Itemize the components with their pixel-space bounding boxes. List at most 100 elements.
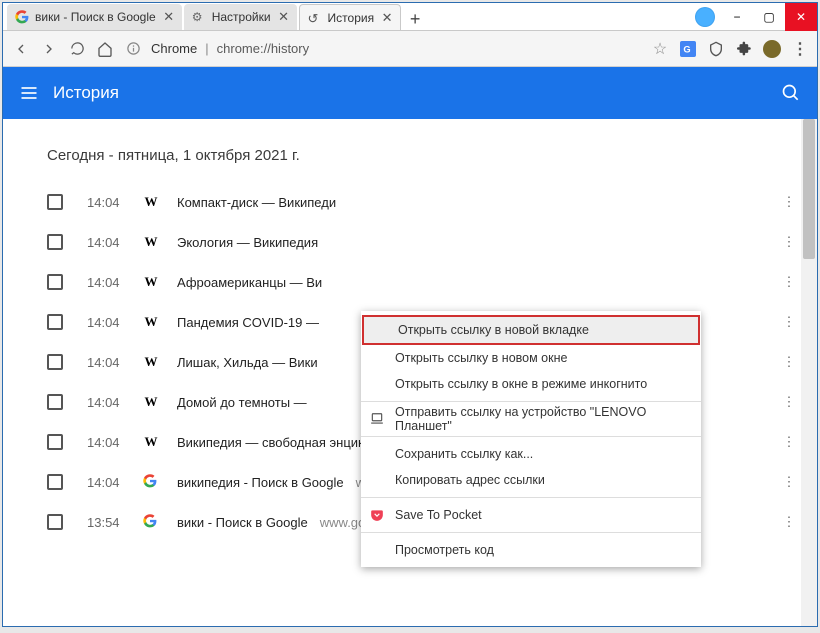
site-info-icon[interactable] xyxy=(123,39,143,59)
row-time: 14:04 xyxy=(87,195,137,210)
tab-close-icon[interactable]: ✕ xyxy=(162,10,176,24)
context-item-label: Просмотреть код xyxy=(395,543,494,557)
row-checkbox[interactable] xyxy=(47,274,63,290)
back-button[interactable] xyxy=(11,39,31,59)
more-icon[interactable]: ⋮ xyxy=(779,512,799,532)
more-icon[interactable]: ⋮ xyxy=(779,232,799,252)
address-bar[interactable]: Chrome | chrome://history xyxy=(151,41,643,56)
extensions-icon[interactable] xyxy=(735,40,753,58)
scrollbar-thumb[interactable] xyxy=(803,119,815,259)
wikipedia-icon: W xyxy=(143,354,159,370)
window-controls: − ▢ ✕ xyxy=(721,3,817,30)
tab-label: вики - Поиск в Google xyxy=(35,10,156,24)
more-icon[interactable]: ⋮ xyxy=(779,272,799,292)
context-item-label: Открыть ссылку в окне в режиме инкогнито xyxy=(395,377,647,391)
wikipedia-icon: W xyxy=(143,394,159,410)
tab-label: История xyxy=(328,11,375,25)
google-icon xyxy=(15,10,29,24)
wikipedia-icon: W xyxy=(143,314,159,330)
more-icon[interactable]: ⋮ xyxy=(779,192,799,212)
more-icon[interactable]: ⋮ xyxy=(779,432,799,452)
row-checkbox[interactable] xyxy=(47,354,63,370)
tab-2[interactable]: ↺ История ✕ xyxy=(299,4,402,30)
settings-icon: ⚙ xyxy=(192,10,206,24)
history-row[interactable]: 14:04WКомпакт-диск — Википеди⋮ xyxy=(3,182,817,222)
row-time: 14:04 xyxy=(87,235,137,250)
context-item[interactable]: Открыть ссылку в новой вкладке xyxy=(362,315,700,345)
search-icon[interactable] xyxy=(781,83,801,103)
context-item[interactable]: Save To Pocket xyxy=(361,502,701,528)
row-time: 14:04 xyxy=(87,355,137,370)
newtab-button[interactable]: + xyxy=(403,8,427,30)
google-icon xyxy=(143,514,159,530)
wikipedia-icon: W xyxy=(143,194,159,210)
adblock-icon[interactable] xyxy=(763,40,781,58)
close-button[interactable]: ✕ xyxy=(785,3,817,31)
wikipedia-icon: W xyxy=(143,234,159,250)
maximize-button[interactable]: ▢ xyxy=(753,3,785,31)
menu-icon[interactable]: ⋮ xyxy=(791,40,809,58)
extension-icons: ☆ G ⋮ xyxy=(651,40,809,58)
profile-avatar[interactable] xyxy=(695,7,715,27)
row-checkbox[interactable] xyxy=(47,314,63,330)
address-path: chrome://history xyxy=(217,41,309,56)
minimize-button[interactable]: − xyxy=(721,3,753,31)
row-checkbox[interactable] xyxy=(47,514,63,530)
row-time: 14:04 xyxy=(87,435,137,450)
more-icon[interactable]: ⋮ xyxy=(779,392,799,412)
row-time: 13:54 xyxy=(87,515,137,530)
context-item[interactable]: Копировать адрес ссылки xyxy=(361,467,701,493)
bookmark-icon[interactable]: ☆ xyxy=(651,40,669,58)
context-item[interactable]: Сохранить ссылку как... xyxy=(361,441,701,467)
history-row[interactable]: 14:04WАфроамериканцы — Ви⋮ xyxy=(3,262,817,302)
context-menu: Открыть ссылку в новой вкладке Открыть сс… xyxy=(361,311,701,567)
tab-0[interactable]: вики - Поиск в Google ✕ xyxy=(7,4,182,30)
row-time: 14:04 xyxy=(87,475,137,490)
row-title: википедия - Поиск в Google xyxy=(177,475,344,490)
google-icon xyxy=(143,474,159,490)
context-item[interactable]: Открыть ссылку в новом окне xyxy=(361,345,701,371)
history-row[interactable]: 14:04 W Экология — Википедия ⋮ xyxy=(3,222,817,262)
pocket-icon[interactable] xyxy=(707,40,725,58)
context-separator xyxy=(361,532,701,533)
pocket-icon xyxy=(369,507,385,523)
row-checkbox[interactable] xyxy=(47,394,63,410)
more-icon[interactable]: ⋮ xyxy=(779,312,799,332)
context-separator xyxy=(361,436,701,437)
hamburger-icon[interactable] xyxy=(19,83,39,103)
date-header: Сегодня - пятница, 1 октября 2021 г. xyxy=(3,119,817,182)
row-checkbox[interactable] xyxy=(47,434,63,450)
row-title: Пандемия COVID-19 — xyxy=(177,315,319,330)
row-time: 14:04 xyxy=(87,315,137,330)
row-time: 14:04 xyxy=(87,395,137,410)
address-scheme: Chrome xyxy=(151,41,197,56)
tab-close-icon[interactable]: ✕ xyxy=(380,11,394,25)
translate-icon[interactable]: G xyxy=(679,40,697,58)
more-icon[interactable]: ⋮ xyxy=(779,352,799,372)
row-checkbox[interactable] xyxy=(47,474,63,490)
context-item[interactable]: Открыть ссылку в окне в режиме инкогнито xyxy=(361,371,701,397)
reload-button[interactable] xyxy=(67,39,87,59)
row-title: Экология — Википедия xyxy=(177,235,318,250)
content-area: История Сегодня - пятница, 1 октября 202… xyxy=(3,67,817,626)
row-title: вики - Поиск в Google xyxy=(177,515,308,530)
scrollbar[interactable] xyxy=(801,119,817,626)
wikipedia-icon: W xyxy=(143,434,159,450)
history-header: История xyxy=(3,67,817,119)
tab-1[interactable]: ⚙ Настройки ✕ xyxy=(184,4,297,30)
browser-window: вики - Поиск в Google ✕ ⚙ Настройки ✕ ↺ … xyxy=(2,2,818,627)
context-item[interactable]: Просмотреть код xyxy=(361,537,701,563)
tab-close-icon[interactable]: ✕ xyxy=(277,10,291,24)
home-button[interactable] xyxy=(95,39,115,59)
wikipedia-icon: W xyxy=(143,274,159,290)
row-time: 14:04 xyxy=(87,275,137,290)
forward-button[interactable] xyxy=(39,39,59,59)
more-icon[interactable]: ⋮ xyxy=(779,472,799,492)
context-item-label: Открыть ссылку в новой вкладке xyxy=(398,323,589,337)
row-checkbox[interactable] xyxy=(47,234,63,250)
context-item[interactable]: Отправить ссылку на устройство "LENOVO П… xyxy=(361,406,701,432)
context-separator xyxy=(361,497,701,498)
tabbar: вики - Поиск в Google ✕ ⚙ Настройки ✕ ↺ … xyxy=(3,3,695,30)
row-title: Лишак, Хильда — Вики xyxy=(177,355,318,370)
row-checkbox[interactable] xyxy=(47,194,63,210)
